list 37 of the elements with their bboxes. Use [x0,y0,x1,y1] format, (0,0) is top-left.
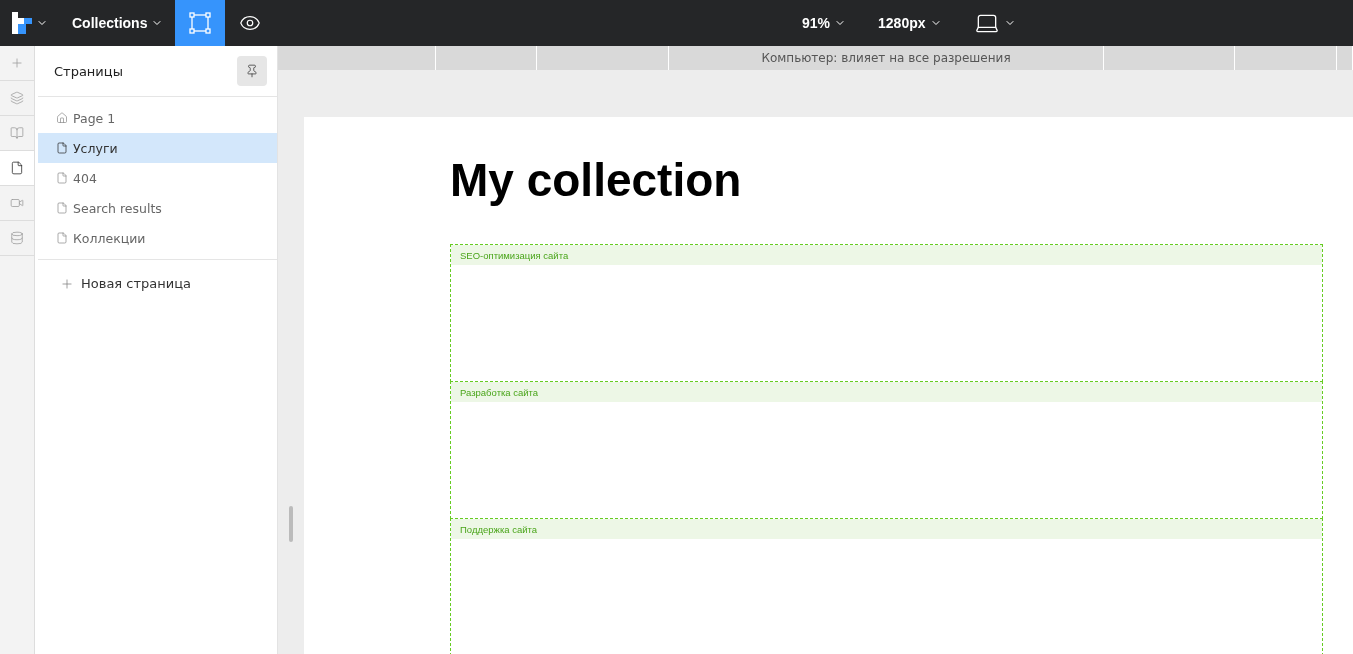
file-icon [56,172,68,184]
page-item[interactable]: 404 [38,163,277,193]
item-title: Поддержка сайта [451,519,1322,539]
home-icon [56,112,68,124]
project-menu-button[interactable]: Collections [60,0,176,46]
video-camera-icon [10,196,24,210]
file-icon [10,161,24,175]
breakpoint-segment[interactable] [1104,46,1235,70]
panel-title: Страницы [54,63,123,79]
page-item[interactable]: Page 1 [38,103,277,133]
page-heading: My collection [450,153,743,207]
book-icon [10,126,24,140]
pin-button[interactable] [237,56,267,86]
page-item[interactable]: Услуги [38,133,277,163]
file-icon [56,142,68,154]
frame-icon [189,12,212,34]
page-item[interactable]: Коллекции [38,223,277,253]
breakpoint-segment[interactable] [1337,46,1353,70]
breakpoint-segment[interactable] [537,46,669,70]
pin-icon [245,64,259,78]
layers-icon [10,91,24,105]
logo-icon [12,12,32,34]
plus-icon [10,56,24,70]
file-icon [56,202,68,214]
file-icon [56,232,68,244]
resize-handle[interactable] [289,506,293,542]
database-icon [10,231,24,245]
breakpoint-segment[interactable] [436,46,537,70]
breakpoint-label[interactable]: Компьютер: влияет на все разрешения [669,46,1104,70]
item-title: Разработка сайта [451,382,1322,402]
breakpoint-segment[interactable] [1235,46,1337,70]
page-item[interactable]: Search results [38,193,277,223]
width-dropdown[interactable]: 1280px [866,0,954,46]
plus-icon [60,276,74,291]
item-title: SEO-оптимизация сайта [451,245,1322,265]
new-page-button[interactable]: Новая страница [60,272,191,295]
zoom-dropdown[interactable]: 91% [790,0,859,46]
